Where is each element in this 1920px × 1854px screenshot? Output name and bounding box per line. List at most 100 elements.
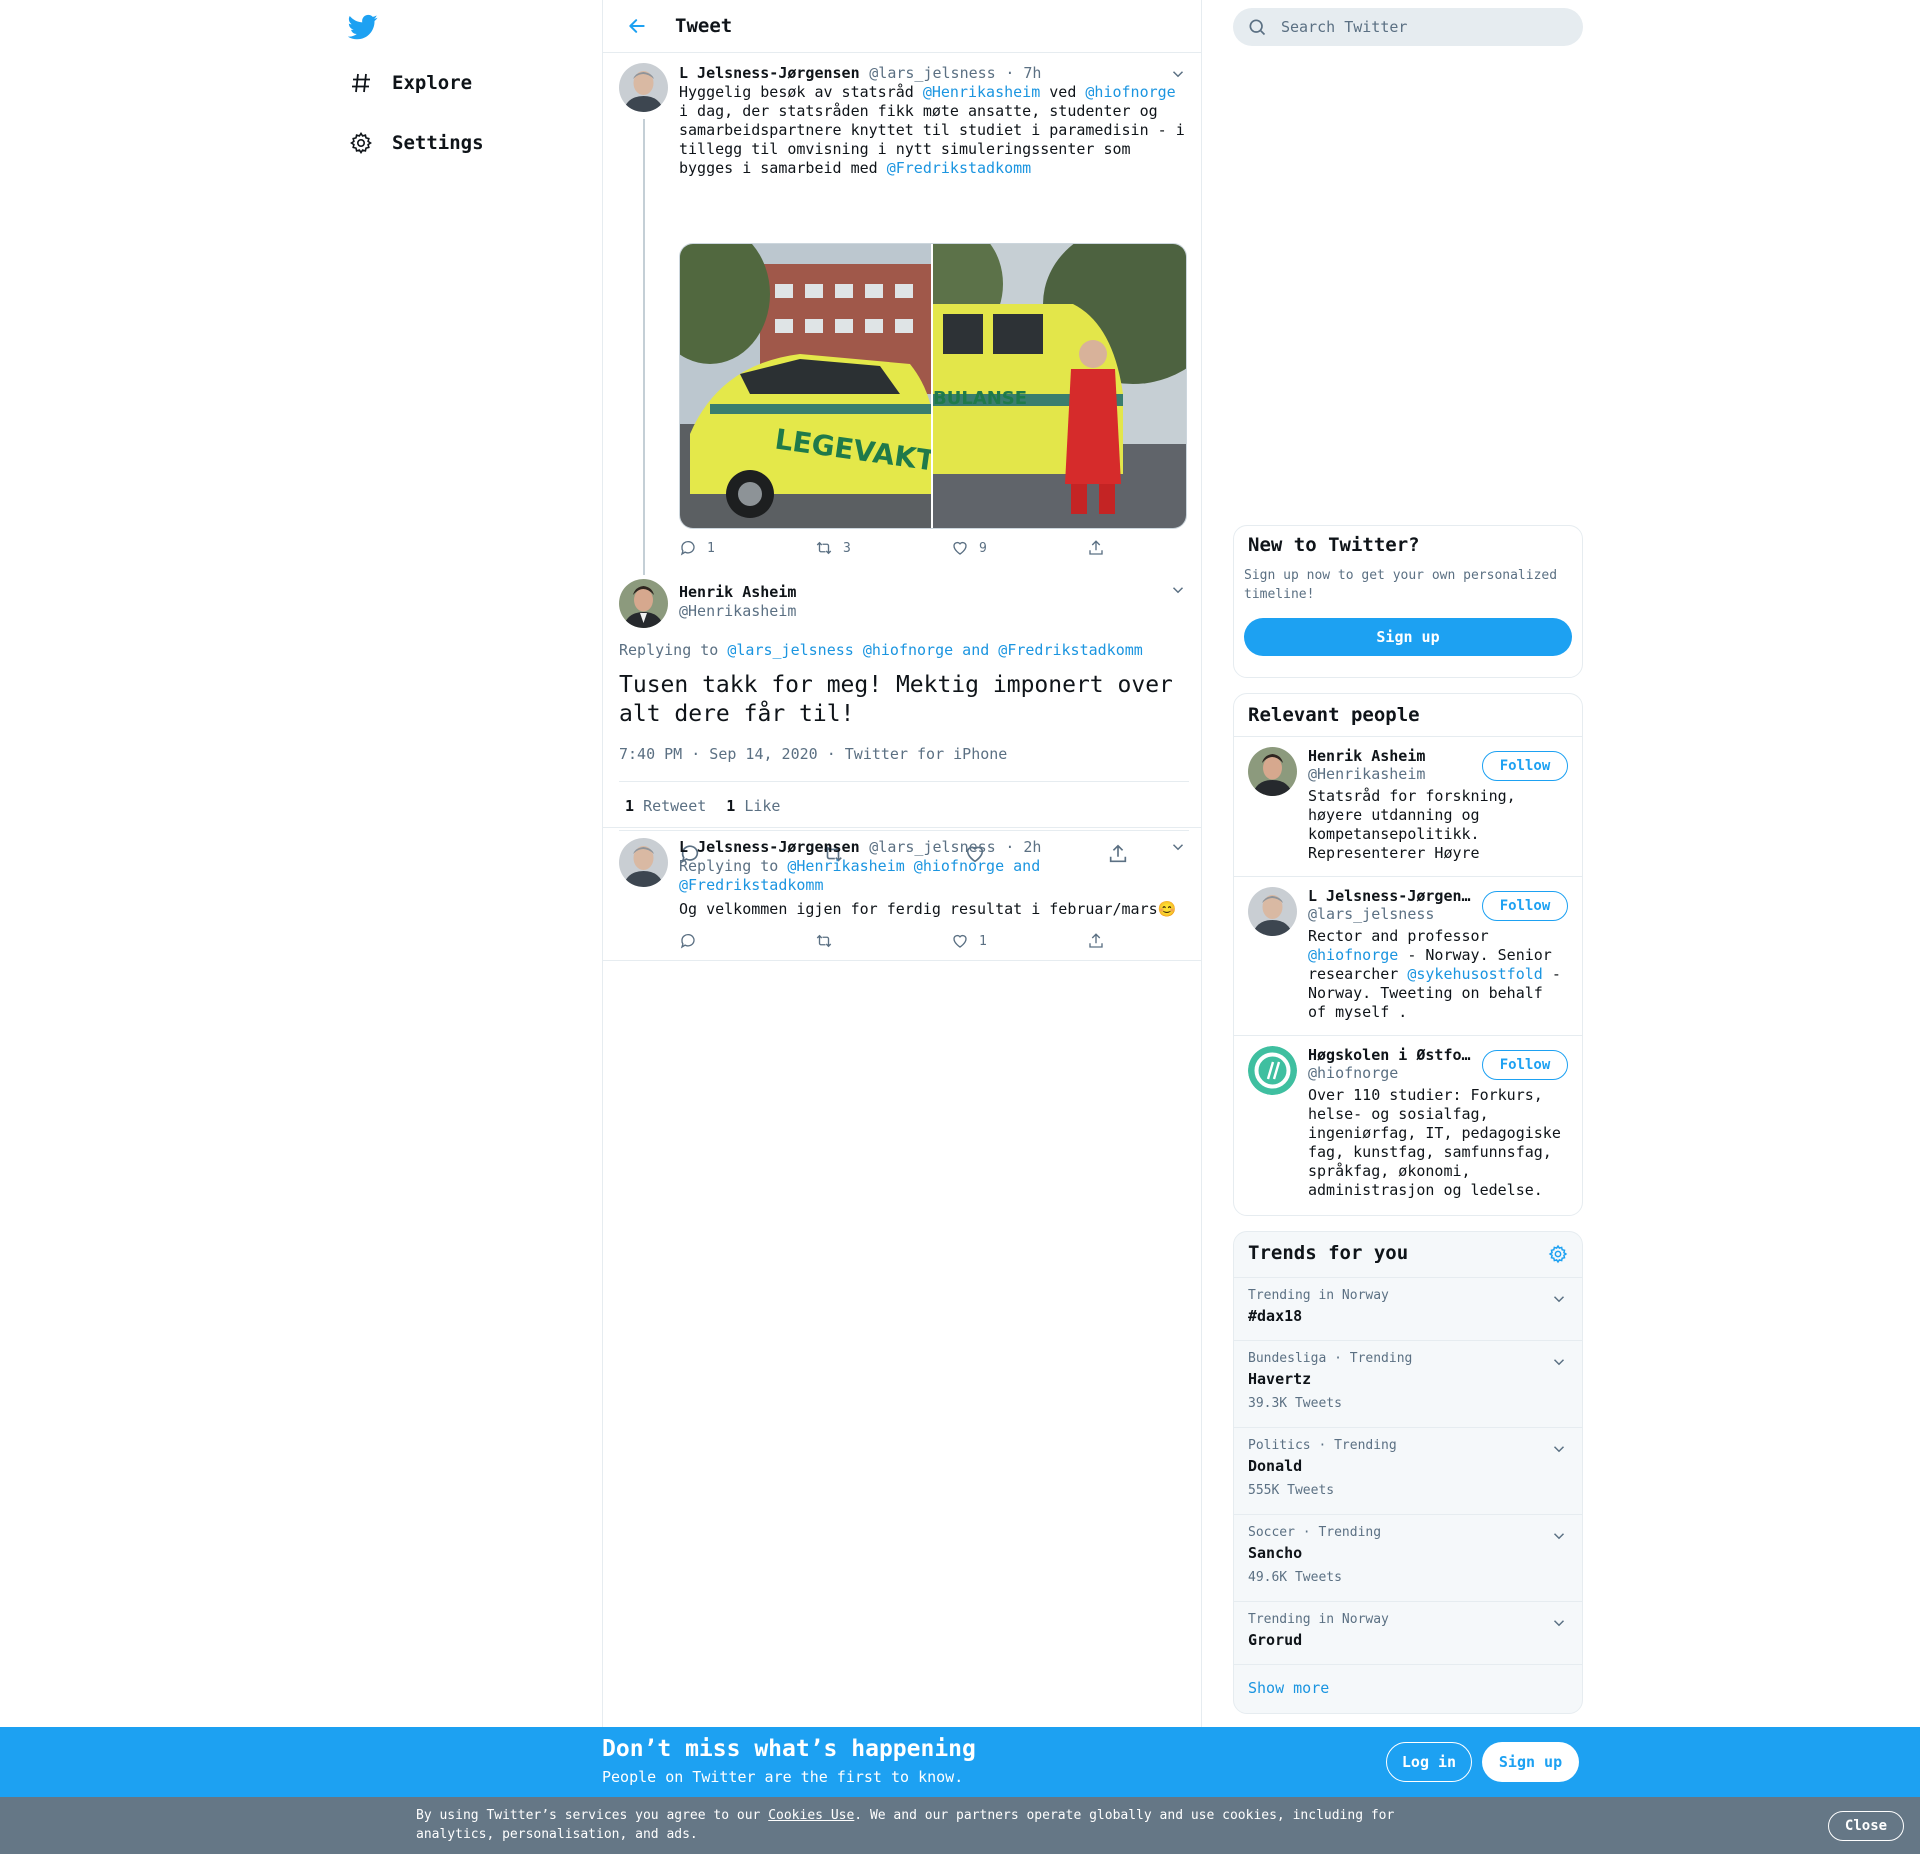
user-name[interactable]: L Jelsness-Jørgensen: [679, 838, 860, 856]
tweet-time[interactable]: · 2h: [1005, 838, 1041, 856]
chevron-down-icon[interactable]: [1550, 1527, 1568, 1545]
mention-link[interactable]: @hiofnorge: [1085, 83, 1175, 101]
back-arrow-icon[interactable]: [621, 10, 653, 42]
sign-up-button[interactable]: Sign up: [1244, 618, 1572, 656]
chevron-down-icon[interactable]: [1550, 1614, 1568, 1632]
avatar[interactable]: [1248, 747, 1297, 796]
chevron-down-icon[interactable]: [1169, 581, 1187, 599]
replying-to-link[interactable]: @Fredrikstadkomm: [679, 876, 1187, 895]
avatar[interactable]: [1248, 887, 1297, 936]
reply-button[interactable]: [679, 932, 815, 950]
media-label: BULANSE: [933, 388, 1027, 409]
parent-tweet[interactable]: L Jelsness-Jørgensen @lars_jelsness · 7h…: [603, 53, 1201, 575]
nav-item-settings[interactable]: Settings: [348, 121, 484, 165]
tweet-header: L Jelsness-Jørgensen @lars_jelsness · 2h: [679, 837, 1041, 856]
hashtag-icon: [348, 70, 374, 96]
avatar[interactable]: [619, 838, 668, 887]
page-title: Tweet: [675, 15, 733, 37]
trend-item[interactable]: Bundesliga · Trending Havertz 39.3K Twee…: [1234, 1340, 1582, 1427]
likes-stat[interactable]: 1 Like: [726, 797, 780, 815]
signup-button[interactable]: Sign up: [1482, 1742, 1579, 1782]
trend-name: Donald: [1248, 1457, 1303, 1475]
user-name[interactable]: Henrik Asheim: [679, 583, 796, 601]
person-hiofnorge[interactable]: Høgskolen i Østfold @hiofnorge Over 110 …: [1234, 1035, 1582, 1213]
trend-context: Trending in Norway: [1248, 1288, 1389, 1303]
relevant-people-card: Relevant people Henrik Asheim @Henrikash…: [1233, 693, 1583, 1216]
cookies-use-link[interactable]: Cookies Use: [768, 1808, 854, 1823]
trends-title: Trends for you: [1248, 1242, 1409, 1264]
search-icon: [1247, 17, 1267, 37]
gear-icon[interactable]: [1548, 1244, 1568, 1269]
tweet-source[interactable]: · Twitter for iPhone: [827, 745, 1008, 763]
retweet-button[interactable]: [815, 932, 951, 950]
trend-context: Bundesliga · Trending: [1248, 1351, 1413, 1366]
person-bio: Rector and professor @hiofnorge - Norway…: [1308, 927, 1568, 1022]
chevron-down-icon[interactable]: [1169, 65, 1187, 83]
share-icon: [1089, 933, 1103, 948]
media-photo-ambulance[interactable]: BULANSE: [933, 244, 1186, 528]
cookie-text: By using Twitter’s services you agree to…: [416, 1806, 1416, 1844]
trend-item[interactable]: Politics · Trending Donald 555K Tweets: [1234, 1427, 1582, 1514]
show-more-link[interactable]: Show more: [1234, 1664, 1582, 1711]
retweets-stat[interactable]: 1 Retweet: [625, 797, 706, 815]
person-name[interactable]: Høgskolen i Østfold: [1308, 1046, 1474, 1064]
mention-link[interactable]: @Fredrikstadkomm: [887, 159, 1032, 177]
user-name[interactable]: L Jelsness-Jørgensen: [679, 64, 860, 82]
replying-prefix: Replying to: [679, 857, 788, 875]
tweet-media[interactable]: LEGEVAKT BULANSE: [679, 243, 1187, 529]
tweet-metadata: 7:40 PM · Sep 14, 2020 · Twitter for iPh…: [619, 745, 1007, 763]
user-handle[interactable]: @Henrikasheim: [679, 602, 796, 620]
trend-item[interactable]: Trending in Norway #dax18: [1234, 1277, 1582, 1340]
person-name[interactable]: Henrik Asheim: [1308, 747, 1474, 765]
search-input[interactable]: Search Twitter: [1281, 18, 1407, 36]
person-henrik-asheim[interactable]: Henrik Asheim @Henrikasheim Statsråd for…: [1234, 736, 1582, 876]
chevron-down-icon[interactable]: [1550, 1440, 1568, 1458]
trend-count: 39.3K Tweets: [1248, 1396, 1342, 1411]
mention-link[interactable]: @hiofnorge: [1308, 946, 1398, 964]
media-photo-legevakt[interactable]: LEGEVAKT: [680, 244, 933, 528]
close-button[interactable]: Close: [1828, 1811, 1904, 1841]
replying-to-links[interactable]: @Henrikasheim @hiofnorge and: [787, 857, 1040, 875]
person-name[interactable]: L Jelsness-Jørgensen: [1308, 887, 1474, 905]
twitter-logo-icon[interactable]: [347, 12, 378, 42]
mention-link[interactable]: @Henrikasheim: [923, 83, 1040, 101]
retweets-label: Retweet: [643, 797, 707, 815]
chevron-down-icon[interactable]: [1550, 1290, 1568, 1308]
chevron-down-icon[interactable]: [1169, 838, 1187, 856]
tweet-text: Hyggelig besøk av statsråd @Henrikasheim…: [679, 83, 1187, 178]
user-handle[interactable]: @lars_jelsness: [869, 838, 995, 856]
search-bar[interactable]: Search Twitter: [1233, 8, 1583, 46]
mention-link[interactable]: @sykehusostfold: [1407, 965, 1542, 983]
trend-name: Havertz: [1248, 1370, 1312, 1388]
like-count: 1: [979, 933, 987, 949]
share-button[interactable]: [1087, 932, 1223, 950]
gear-icon: [348, 130, 374, 156]
person-bio: Statsråd for forskning, høyere utdanning…: [1308, 787, 1516, 862]
tweet-text: Tusen takk for meg! Mektig imponert over…: [619, 672, 1173, 727]
tweet-time[interactable]: · 7h: [1005, 64, 1041, 82]
reply-tweet[interactable]: L Jelsness-Jørgensen @lars_jelsness · 2h…: [603, 827, 1201, 961]
avatar[interactable]: [619, 63, 668, 112]
chevron-down-icon[interactable]: [1550, 1353, 1568, 1371]
login-button[interactable]: Log in: [1386, 1742, 1472, 1782]
nav-item-explore[interactable]: Explore: [348, 61, 472, 105]
follow-button[interactable]: Follow: [1482, 751, 1568, 781]
replying-prefix: Replying to: [619, 641, 728, 659]
avatar[interactable]: [619, 579, 668, 628]
replying-to: Replying to @lars_jelsness @hiofnorge an…: [619, 641, 1143, 659]
page-header: Tweet: [603, 0, 1201, 53]
like-button[interactable]: 1: [951, 932, 1087, 950]
trend-count: 49.6K Tweets: [1248, 1570, 1342, 1585]
follow-button[interactable]: Follow: [1482, 1050, 1568, 1080]
person-lars-jelsness[interactable]: L Jelsness-Jørgensen @lars_jelsness Rect…: [1234, 876, 1582, 1035]
hiof-logo-avatar[interactable]: [1248, 1046, 1297, 1095]
replying-to-links[interactable]: @lars_jelsness @hiofnorge and @Fredrikst…: [727, 641, 1142, 659]
trend-item[interactable]: Soccer · Trending Sancho 49.6K Tweets: [1234, 1514, 1582, 1601]
card-title: Trends for you: [1234, 1232, 1582, 1277]
retweets-number: 1: [625, 797, 635, 815]
trend-context: Politics · Trending: [1248, 1438, 1397, 1453]
follow-button[interactable]: Follow: [1482, 891, 1568, 921]
user-handle[interactable]: @lars_jelsness: [869, 64, 995, 82]
trend-item[interactable]: Trending in Norway Grorud: [1234, 1601, 1582, 1664]
timestamp[interactable]: 7:40 PM · Sep 14, 2020: [619, 745, 818, 763]
